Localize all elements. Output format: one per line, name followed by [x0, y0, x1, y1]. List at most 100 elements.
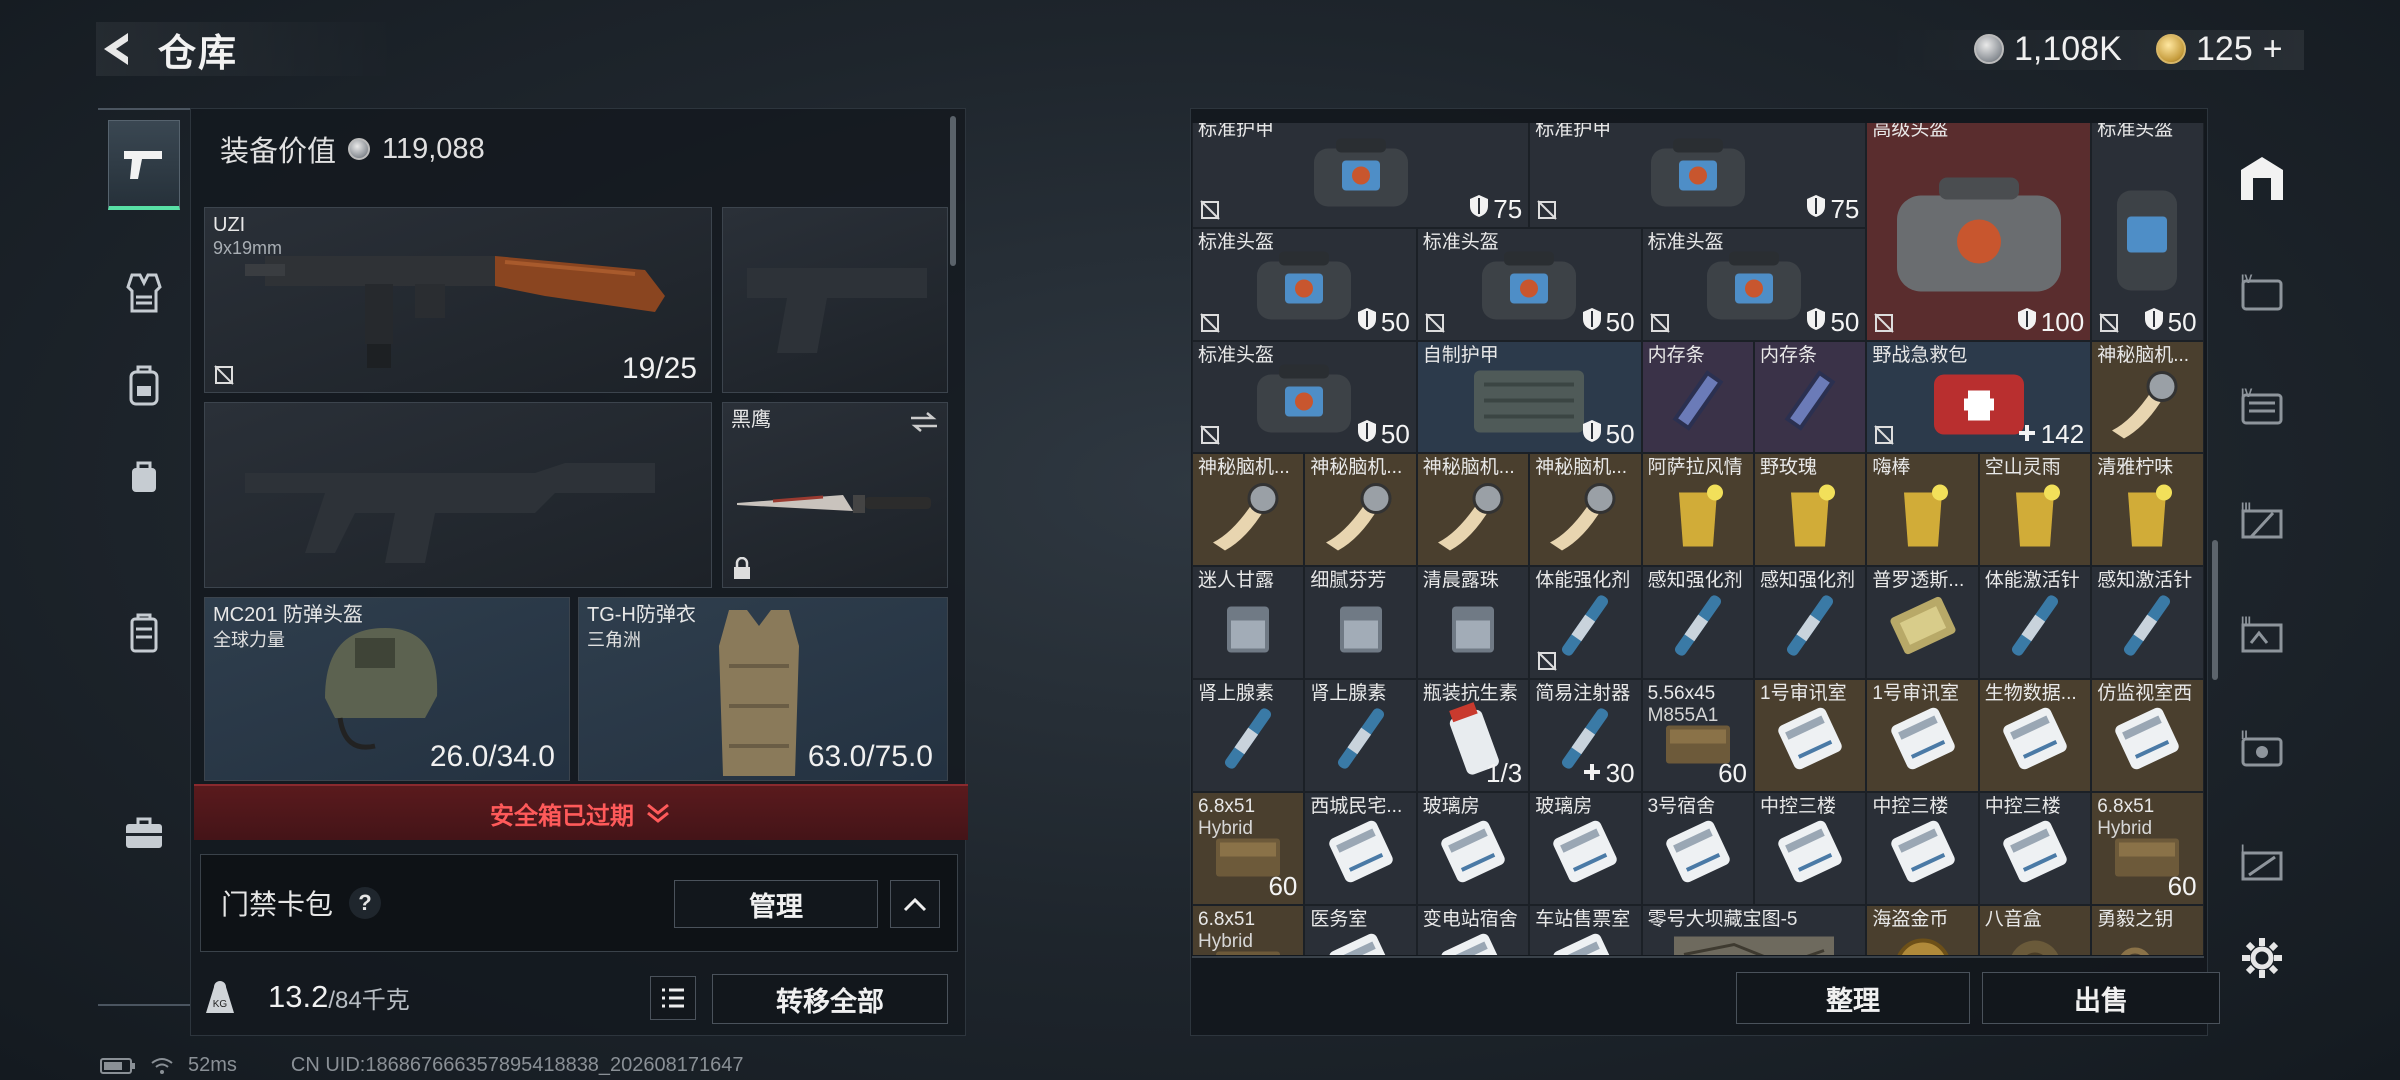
stash-item[interactable]: 标准护甲 75	[1529, 123, 1867, 228]
item-image	[1990, 586, 2080, 671]
stash-tab-i-1[interactable]: I	[2234, 834, 2290, 890]
stash-item[interactable]: 肾上腺素	[1304, 679, 1417, 792]
stash-item[interactable]: 神秘脑机...	[1529, 453, 1642, 567]
swap-icon[interactable]	[909, 411, 939, 433]
nav-armor[interactable]	[108, 248, 180, 338]
stash-item[interactable]: 感知强化剂	[1641, 566, 1754, 679]
list-view-button[interactable]	[650, 976, 696, 1020]
stash-item[interactable]: 标准头盔 50	[1641, 227, 1867, 341]
stash-item[interactable]: 瓶装抗生素 1/3	[1416, 679, 1530, 792]
gold-currency[interactable]: 125 +	[2156, 26, 2283, 72]
stash-item[interactable]: 变电站宿舍	[1416, 904, 1530, 955]
stash-item[interactable]: 西城民宅...	[1304, 791, 1417, 905]
primary-weapon-slot[interactable]: UZI 9x19mm 19/25	[204, 207, 712, 393]
stash-tab-iv-2[interactable]: IV	[2234, 378, 2290, 434]
stash-item[interactable]: 肾上腺素	[1192, 679, 1305, 792]
stash-item[interactable]: 神秘脑机...	[1416, 453, 1530, 567]
case-icon	[130, 613, 158, 653]
stash-item[interactable]: 标准头盔 50	[1192, 227, 1417, 341]
stash-tab-ii[interactable]: II	[2234, 720, 2290, 776]
item-image	[2102, 360, 2192, 445]
safebox-expired-banner[interactable]: 安全箱已过期	[194, 784, 968, 840]
rifle-weapon-slot[interactable]	[204, 402, 712, 588]
armor-slot[interactable]: TG-H防弹衣 三角洲 63.0/75.0	[578, 597, 948, 781]
stash-item[interactable]: 野战急救包 142	[1866, 340, 2092, 454]
stash-item[interactable]: 玻璃房	[1416, 791, 1530, 905]
melee-slot[interactable]: 黑鹰	[722, 402, 948, 588]
stash-item[interactable]: 神秘脑机...	[2091, 340, 2204, 454]
secondary-weapon-slot[interactable]	[722, 207, 948, 393]
manage-button[interactable]: 管理	[674, 880, 878, 928]
stash-item[interactable]: 6.8x51 Hybrid	[1192, 904, 1305, 955]
stash-item[interactable]: 零号大坝藏宝图-5	[1641, 904, 1867, 955]
stash-item[interactable]: 神秘脑机...	[1304, 453, 1417, 567]
stash-item[interactable]: 野玫瑰	[1754, 453, 1867, 567]
back-arrow-icon[interactable]	[96, 27, 140, 71]
stash-item[interactable]: 嗨棒	[1866, 453, 1979, 567]
gold-add-icon[interactable]: +	[2263, 30, 2283, 69]
stash-item[interactable]: 5.56x45 M855A1 60	[1641, 679, 1754, 792]
stash-item[interactable]: 清晨露珠	[1416, 566, 1530, 679]
stash-item[interactable]: 中控三楼	[1978, 791, 2092, 905]
stash-scrollbar[interactable]	[2212, 540, 2218, 680]
stash-item[interactable]: 内存条	[1641, 340, 1754, 454]
stash-item[interactable]: 标准头盔 50	[1192, 340, 1417, 454]
stash-item[interactable]: 车站售票室	[1529, 904, 1642, 955]
stash-item[interactable]: 6.8x51 Hybrid 60	[1192, 791, 1305, 905]
battery-icon	[100, 1057, 135, 1074]
stash-item[interactable]: 仿监视室西	[2091, 679, 2204, 792]
stash-item[interactable]: 细腻芬芳	[1304, 566, 1417, 679]
item-value: 142	[2017, 419, 2084, 450]
stash-tab-iii-2[interactable]: III	[2234, 606, 2290, 662]
stash-item[interactable]: 生物数据...	[1978, 679, 2092, 792]
nav-bag[interactable]	[108, 432, 180, 522]
stash-item[interactable]: 神秘脑机...	[1192, 453, 1305, 567]
settings-button[interactable]	[2234, 930, 2290, 986]
stash-item[interactable]: 勇毅之钥	[2091, 904, 2204, 955]
nav-backpack[interactable]	[108, 340, 180, 430]
stash-item[interactable]: 阿萨拉风情	[1641, 453, 1754, 567]
stash-item[interactable]: 感知强化剂	[1754, 566, 1867, 679]
stash-tab-iv-1[interactable]: IV	[2234, 264, 2290, 320]
sort-button[interactable]: 整理	[1736, 972, 1970, 1024]
stash-item[interactable]: 玻璃房	[1529, 791, 1642, 905]
equipment-scrollbar[interactable]	[950, 116, 956, 266]
nav-weapon[interactable]	[108, 120, 180, 210]
stash-item[interactable]: 内存条	[1754, 340, 1867, 454]
helmet-slot[interactable]: MC201 防弹头盔 全球力量 26.0/34.0	[204, 597, 570, 781]
item-image	[1433, 811, 1513, 896]
unbound-icon	[1873, 312, 1895, 334]
stash-item[interactable]: 中控三楼	[1754, 791, 1867, 905]
help-icon[interactable]: ?	[349, 887, 382, 919]
stash-item[interactable]: 中控三楼	[1866, 791, 1979, 905]
stash-item[interactable]: 6.8x51 Hybrid 60	[2091, 791, 2204, 905]
list-icon	[662, 988, 684, 1008]
collapse-button[interactable]	[890, 880, 940, 928]
stash-item[interactable]: 自制护甲 50	[1416, 340, 1642, 454]
stash-item[interactable]: 标准护甲 75	[1192, 123, 1530, 228]
stash-item[interactable]: 1号审讯室	[1754, 679, 1867, 792]
sell-button[interactable]: 出售	[1982, 972, 2220, 1024]
stash-tab-iii-1[interactable]: III	[2234, 492, 2290, 548]
stash-item[interactable]: 高级头盔 100	[1866, 123, 2092, 341]
stash-item[interactable]: 清雅柠味	[2091, 453, 2204, 567]
nav-case[interactable]	[108, 588, 180, 678]
transfer-all-button[interactable]: 转移全部	[712, 974, 948, 1024]
stash-item[interactable]: 标准头盔 50	[1416, 227, 1642, 341]
backpack-icon	[129, 365, 159, 406]
storage-tab[interactable]	[2234, 150, 2290, 206]
stash-item[interactable]: 体能激活针	[1978, 566, 2092, 679]
stash-item[interactable]: 普罗透斯...	[1866, 566, 1979, 679]
stash-item[interactable]: 八音盒	[1978, 904, 2092, 955]
stash-item[interactable]: 医务室	[1304, 904, 1417, 955]
stash-item[interactable]: 空山灵雨	[1978, 453, 2092, 567]
stash-item[interactable]: 感知激活针	[2091, 566, 2204, 679]
nav-toolbox[interactable]	[108, 788, 180, 878]
stash-item[interactable]: 标准头盔 50	[2091, 123, 2204, 341]
stash-item[interactable]: 体能强化剂	[1529, 566, 1642, 679]
stash-item[interactable]: 迷人甘露	[1192, 566, 1305, 679]
stash-item[interactable]: 3号宿舍	[1641, 791, 1754, 905]
stash-item[interactable]: 1号审讯室	[1866, 679, 1979, 792]
stash-item[interactable]: 海盗金币	[1866, 904, 1979, 955]
stash-item[interactable]: 简易注射器 30	[1529, 679, 1642, 792]
